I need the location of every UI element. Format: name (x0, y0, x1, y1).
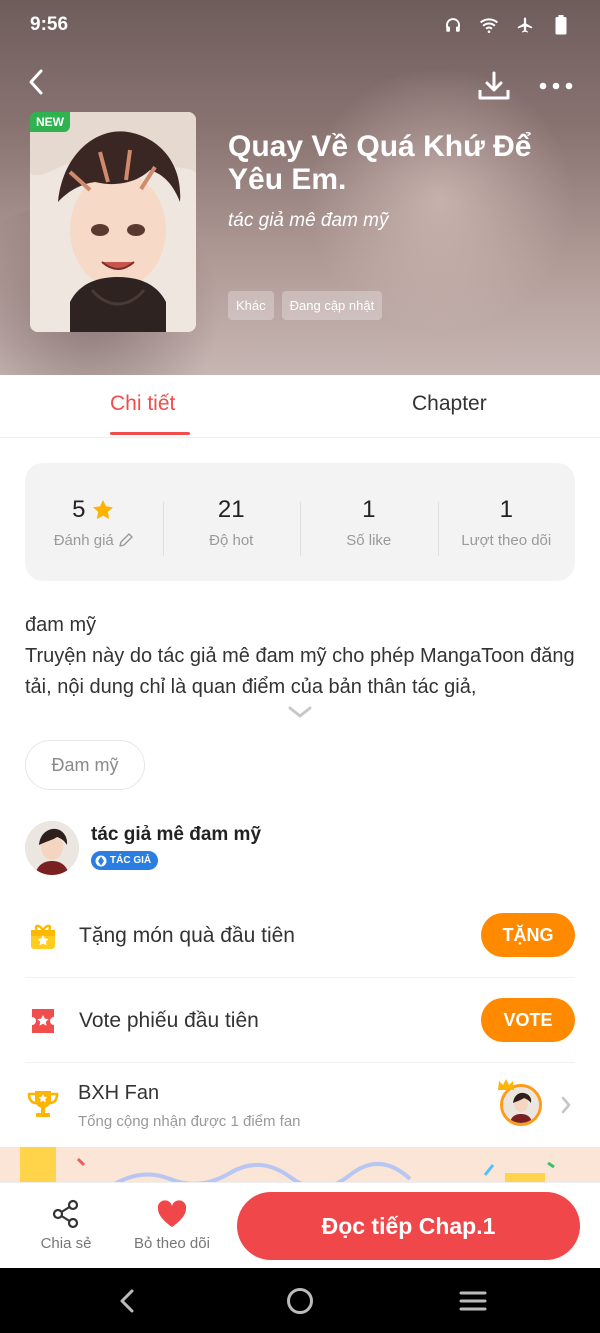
rating-value: 5 (72, 495, 86, 523)
unfollow-label: Bỏ theo dõi (134, 1235, 210, 1252)
wifi-icon (478, 14, 500, 36)
fan-rank-title: BXH Fan (78, 1082, 160, 1104)
more-options-button[interactable] (536, 74, 576, 98)
chevron-down-icon (288, 706, 312, 718)
vote-row: Vote phiếu đầu tiên VOTE (25, 979, 575, 1063)
stat-likes: 1 Số like (300, 495, 438, 556)
back-button[interactable] (20, 66, 52, 98)
stat-hot: 21 Độ hot (162, 495, 301, 556)
tag-list: Khác Đang cập nhật (228, 291, 383, 320)
new-badge: NEW (30, 112, 70, 132)
tag-chip[interactable]: Khác (228, 291, 274, 320)
likes-value: 1 (362, 495, 376, 523)
tab-details[interactable]: Chi tiết (110, 392, 175, 416)
share-label: Chia sẻ (40, 1235, 92, 1252)
expand-description-button[interactable] (286, 703, 314, 721)
edit-icon (119, 533, 133, 547)
nav-recents-button[interactable] (458, 1286, 488, 1316)
stat-rating[interactable]: 5 Đánh giá (25, 496, 163, 549)
gift-button[interactable]: TẶNG (481, 913, 575, 957)
chevron-right-icon (558, 1094, 574, 1116)
trophy-icon (25, 1086, 61, 1127)
likes-label: Số like (346, 531, 392, 549)
description[interactable]: đam mỹ Truyện này do tác giả mê đam mỹ c… (25, 610, 575, 703)
nav-back-button[interactable] (112, 1286, 142, 1316)
hot-label: Độ hot (209, 531, 254, 549)
followers-value: 1 (499, 495, 513, 523)
chevron-left-icon (29, 69, 43, 95)
stats-card: 5 Đánh giá 21 Độ hot 1 Số like 1 Lượt th… (25, 463, 575, 581)
share-button[interactable]: Chia sẻ (21, 1197, 111, 1252)
continue-reading-button[interactable]: Đọc tiếp Chap.1 (237, 1192, 580, 1260)
star-icon (93, 499, 114, 519)
download-button[interactable] (474, 68, 514, 104)
author-avatar[interactable] (25, 821, 79, 875)
vote-button[interactable]: VOTE (481, 998, 575, 1042)
share-icon (21, 1197, 111, 1231)
header-hero: 9:56 NEW Quay Về Quá Khứ Để Yêu Em. tác … (0, 0, 600, 375)
download-icon (478, 71, 510, 100)
comic-author[interactable]: tác giả mê đam mỹ (228, 210, 389, 232)
nav-home-icon (287, 1288, 313, 1314)
description-line-1: đam mỹ (25, 614, 97, 636)
more-horizontal-icon (539, 82, 573, 90)
stat-followers: 1 Lượt theo dõi (437, 495, 576, 556)
description-line-2: Truyện này do tác giả mê đam mỹ cho phép… (25, 645, 575, 698)
tab-bar: Chi tiết Chapter (0, 375, 600, 438)
gift-row: Tặng món quà đầu tiên TẶNG (25, 894, 575, 978)
followers-label: Lượt theo dõi (461, 531, 552, 549)
active-tab-indicator (110, 432, 190, 435)
comic-title: Quay Về Quá Khứ Để Yêu Em. (228, 130, 532, 196)
tab-chapter[interactable]: Chapter (412, 392, 487, 416)
status-bar: 9:56 (0, 0, 600, 50)
heart-icon (127, 1197, 217, 1231)
battery-icon (550, 14, 572, 36)
nav-home-button[interactable] (285, 1286, 315, 1316)
vote-label: Vote phiếu đầu tiên (79, 1009, 259, 1032)
system-nav-bar (0, 1268, 600, 1333)
headphones-icon (442, 14, 464, 36)
diamond-icon (95, 855, 107, 866)
promo-banner[interactable] (0, 1147, 600, 1187)
airplane-icon (514, 14, 536, 36)
author-badge: TÁC GIẢ (91, 851, 159, 870)
bottom-action-bar: Chia sẻ Bỏ theo dõi Đọc tiếp Chap.1 (0, 1182, 600, 1268)
gift-icon (25, 918, 61, 954)
nav-menu-icon (459, 1291, 487, 1311)
fan-rank-subtitle: Tổng cộng nhận được 1 điểm fan (78, 1113, 301, 1130)
cover-image[interactable] (30, 112, 196, 332)
genre-chip[interactable]: Đam mỹ (25, 740, 145, 790)
rating-label: Đánh giá (53, 531, 114, 549)
hot-value: 21 (217, 495, 245, 523)
ticket-icon (25, 1003, 61, 1039)
nav-back-icon (120, 1289, 134, 1313)
status-tag: Đang cập nhật (281, 291, 383, 320)
author-badge-label: TÁC GIẢ (110, 855, 152, 866)
unfollow-button[interactable]: Bỏ theo dõi (127, 1197, 217, 1252)
author-name[interactable]: tác giả mê đam mỹ (91, 824, 261, 846)
crown-icon (498, 1079, 514, 1090)
status-time: 9:56 (30, 14, 69, 35)
gift-label: Tặng món quà đầu tiên (79, 924, 295, 947)
